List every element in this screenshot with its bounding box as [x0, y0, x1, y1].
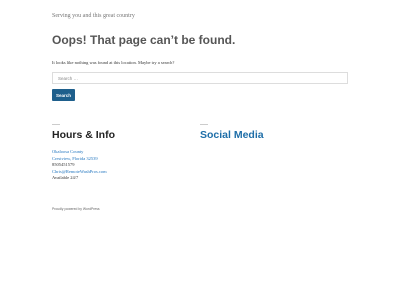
hours-info-details: Okaloosa County Crestview, Florida 32539… — [52, 149, 107, 182]
footer-credit[interactable]: Proudly powered by WordPress — [52, 207, 100, 211]
search-button[interactable]: Search — [52, 89, 75, 101]
address-line-city[interactable]: Crestview, Florida 32539 — [52, 156, 107, 163]
search-input[interactable] — [52, 72, 348, 84]
hours-widget-divider — [52, 124, 60, 125]
email-link[interactable]: Chris@RemoteWashPros.com — [52, 169, 107, 176]
availability-text: Available 24/7 — [52, 175, 79, 181]
not-found-message: It looks like nothing was found at this … — [52, 60, 175, 65]
social-widget-divider — [200, 124, 208, 125]
page-title: Oops! That page can’t be found. — [52, 33, 236, 47]
site-tagline: Serving you and this great country — [52, 13, 135, 19]
social-media-title: Social Media — [200, 129, 264, 141]
address-line-county[interactable]: Okaloosa County — [52, 149, 107, 156]
page: Serving you and this great country Oops!… — [0, 0, 400, 300]
phone-number: 8505451579 — [52, 162, 75, 168]
hours-info-title: Hours & Info — [52, 129, 115, 141]
